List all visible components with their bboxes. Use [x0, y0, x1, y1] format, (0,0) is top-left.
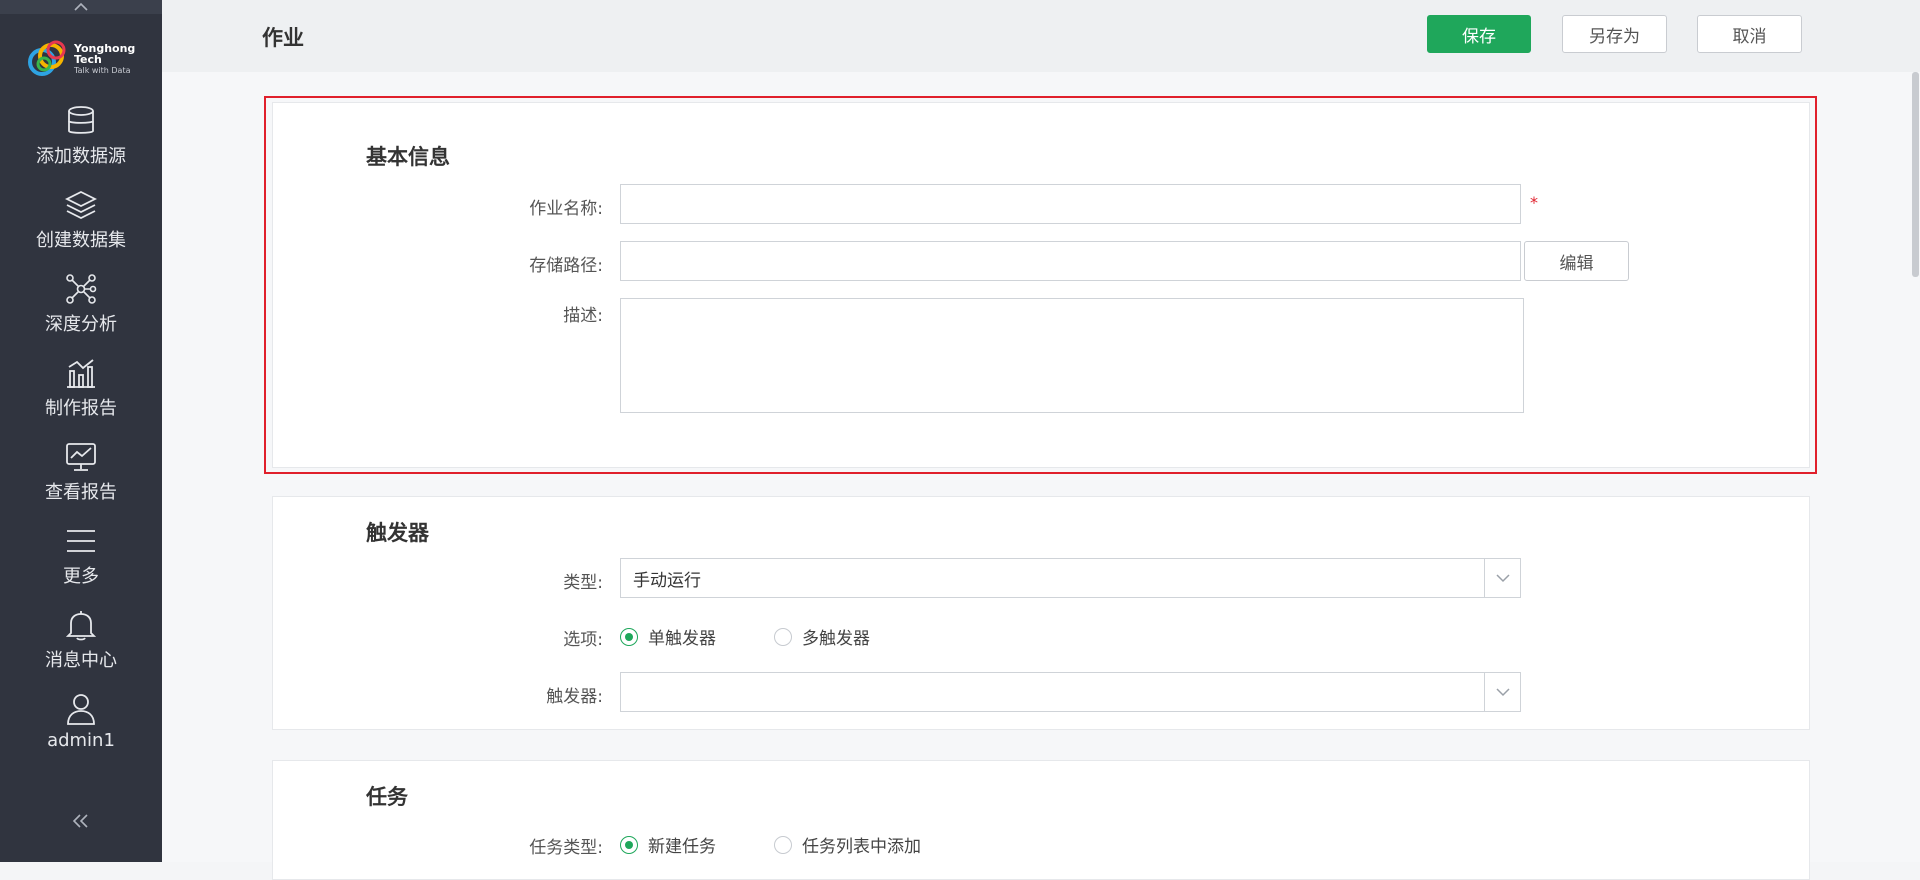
logo-brand: Yonghong Tech — [74, 42, 136, 66]
sidebar-item-label: 制作报告 — [45, 398, 117, 419]
double-chevron-left-icon — [72, 814, 88, 828]
logo-slogan: Talk with Data — [74, 66, 131, 75]
radio-label: 新建任务 — [648, 837, 716, 857]
logo-rings-icon — [26, 36, 72, 82]
section-title-trigger: 触发器 — [366, 521, 429, 545]
radio-label: 多触发器 — [802, 629, 870, 649]
save-button[interactable]: 保存 — [1427, 15, 1531, 53]
vertical-scrollbar[interactable] — [1911, 72, 1920, 862]
trigger-select[interactable] — [620, 672, 1521, 712]
sidebar-item-more[interactable]: 更多 — [0, 524, 162, 600]
task-type-label: 任务类型: — [529, 838, 603, 858]
collapse-sidebar-button[interactable] — [66, 808, 96, 834]
sidebar-item-add-datasource[interactable]: 添加数据源 — [0, 104, 162, 180]
sidebar-item-label: 深度分析 — [45, 314, 117, 335]
radio-new-task[interactable]: 新建任务 — [620, 832, 716, 857]
sidebar-item-label: 创建数据集 — [36, 230, 126, 251]
edit-path-button[interactable]: 编辑 — [1524, 241, 1629, 281]
trigger-select-label: 触发器: — [546, 687, 603, 707]
sidebar-item-user[interactable]: admin1 — [0, 692, 162, 768]
trigger-type-label: 类型: — [563, 573, 603, 593]
radio-selected-icon — [620, 835, 638, 854]
network-icon — [64, 272, 98, 306]
radio-single-trigger[interactable]: 单触发器 — [620, 624, 716, 649]
chevron-up-icon — [74, 2, 88, 11]
sidebar-item-deep-analysis[interactable]: 深度分析 — [0, 272, 162, 348]
radio-unselected-icon — [774, 627, 792, 646]
storage-path-label: 存储路径: — [529, 256, 603, 276]
radio-label: 单触发器 — [648, 629, 716, 649]
radio-add-from-task-list[interactable]: 任务列表中添加 — [774, 832, 921, 857]
sidebar-item-label: 查看报告 — [45, 482, 117, 503]
bar-chart-icon — [64, 356, 98, 390]
radio-multi-trigger[interactable]: 多触发器 — [774, 624, 870, 649]
sidebar-item-create-dataset[interactable]: 创建数据集 — [0, 188, 162, 264]
sidebar-item-message-center[interactable]: 消息中心 — [0, 608, 162, 684]
storage-path-input[interactable] — [620, 241, 1521, 281]
job-name-label: 作业名称: — [529, 199, 603, 219]
section-title-basic-info: 基本信息 — [366, 145, 450, 169]
page-title: 作业 — [262, 26, 304, 50]
scrollbar-thumb[interactable] — [1912, 72, 1919, 277]
menu-icon — [64, 524, 98, 558]
sidebar-item-view-report[interactable]: 查看报告 — [0, 440, 162, 516]
sidebar-item-label: 消息中心 — [45, 650, 117, 671]
sidebar-item-label: 添加数据源 — [36, 146, 126, 167]
task-card: 任务 任务类型: 新建任务 任务列表中添加 — [272, 760, 1810, 880]
collapse-up-button[interactable] — [0, 0, 162, 14]
sidebar-item-label: 更多 — [63, 566, 99, 587]
sidebar-item-label: admin1 — [47, 730, 115, 751]
page-header: 作业 保存 另存为 取消 — [162, 0, 1920, 72]
basic-info-card: 基本信息 作业名称: * 存储路径: 编辑 描述: — [272, 102, 1810, 468]
radio-selected-icon — [620, 627, 638, 646]
radio-unselected-icon — [774, 835, 792, 854]
app-logo: Yonghong Tech Talk with Data — [26, 34, 141, 84]
user-icon — [64, 692, 98, 726]
trigger-type-value: 手动运行 — [633, 570, 701, 591]
required-mark: * — [1530, 193, 1538, 212]
main-content: 基本信息 作业名称: * 存储路径: 编辑 描述: 触发器 类型: 手动运行 选… — [162, 72, 1920, 880]
bell-icon — [64, 608, 98, 642]
monitor-chart-icon — [64, 440, 98, 474]
sidebar: Yonghong Tech Talk with Data 添加数据源 创建数据集… — [0, 0, 162, 862]
job-name-input[interactable] — [620, 184, 1521, 224]
trigger-type-select[interactable]: 手动运行 — [620, 558, 1521, 598]
description-label: 描述: — [563, 306, 603, 326]
trigger-card: 触发器 类型: 手动运行 选项: 单触发器 多触发器 触发器: — [272, 496, 1810, 730]
chevron-down-icon[interactable] — [1484, 559, 1520, 597]
sidebar-item-make-report[interactable]: 制作报告 — [0, 356, 162, 432]
database-icon — [64, 104, 98, 138]
section-title-task: 任务 — [366, 785, 408, 809]
cancel-button[interactable]: 取消 — [1697, 15, 1802, 53]
description-textarea[interactable] — [620, 298, 1524, 413]
trigger-option-label: 选项: — [563, 630, 603, 650]
chevron-down-icon[interactable] — [1484, 673, 1520, 711]
radio-label: 任务列表中添加 — [802, 837, 921, 857]
layers-icon — [64, 188, 98, 222]
save-as-button[interactable]: 另存为 — [1562, 15, 1667, 53]
